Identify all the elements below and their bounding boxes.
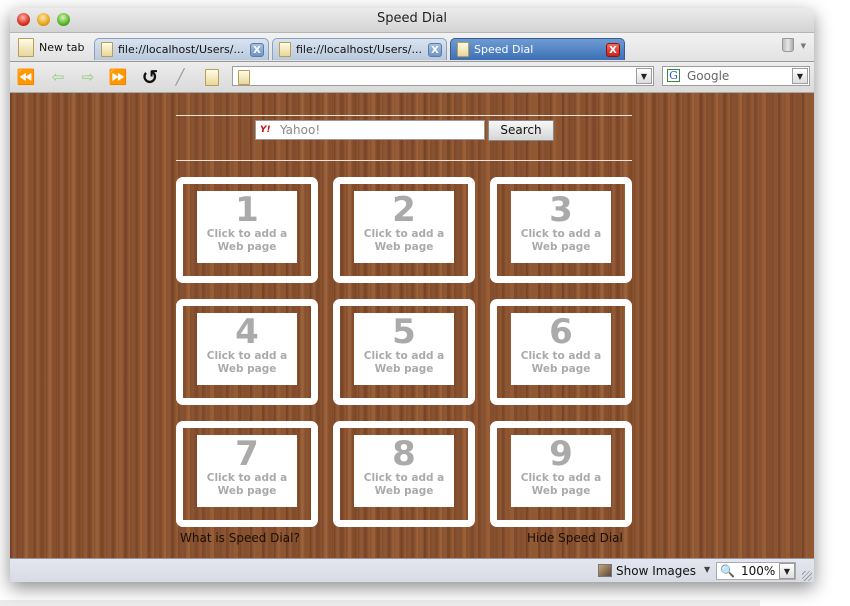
dial-placeholder: 8 Click to add a Web page xyxy=(354,435,454,507)
page-icon xyxy=(101,42,113,57)
dial-number: 4 xyxy=(235,312,259,352)
fast-forward-icon[interactable]: ⏩ xyxy=(108,68,128,86)
search-placeholder: Yahoo! xyxy=(280,123,321,137)
window-title: Speed Dial xyxy=(376,11,448,26)
browser-window: Speed Dial New tab file://localhost/User… xyxy=(10,8,814,582)
speed-dial-5[interactable]: 5 Click to add a Web page xyxy=(333,299,475,405)
dial-placeholder: 7 Click to add a Web page xyxy=(197,435,297,507)
dial-number: 5 xyxy=(392,312,416,352)
speed-dial-7[interactable]: 7 Click to add a Web page xyxy=(176,421,318,527)
dial-placeholder: 3 Click to add a Web page xyxy=(511,191,611,263)
dial-text: Click to add a Web page xyxy=(206,350,288,375)
zoom-value: 100% xyxy=(741,564,776,578)
search-button[interactable]: Search xyxy=(488,120,554,141)
speed-dial-9[interactable]: 9 Click to add a Web page xyxy=(490,421,632,527)
dial-placeholder: 5 Click to add a Web page xyxy=(354,313,454,385)
forward-icon[interactable]: ⇨ xyxy=(78,68,98,86)
page-icon xyxy=(457,42,469,57)
speed-dial-2[interactable]: 2 Click to add a Web page xyxy=(333,177,475,283)
tab-speed-dial[interactable]: Speed Dial X xyxy=(450,38,625,60)
address-dropdown-icon[interactable]: ▼ xyxy=(636,68,652,84)
tab-bar: New tab file://localhost/Users/... X fil… xyxy=(10,33,814,62)
dial-placeholder: 9 Click to add a Web page xyxy=(511,435,611,507)
page-icon xyxy=(238,70,250,85)
dial-number: 3 xyxy=(549,190,573,230)
yahoo-search-input[interactable]: Y! Yahoo! xyxy=(255,120,485,140)
show-images-button[interactable]: Show Images xyxy=(616,564,696,578)
go-icon[interactable] xyxy=(202,68,222,86)
edit-icon[interactable]: ╱ xyxy=(170,68,190,86)
zoom-dropdown-icon[interactable]: ▼ xyxy=(779,563,795,579)
speed-dial-8[interactable]: 8 Click to add a Web page xyxy=(333,421,475,527)
page-icon xyxy=(279,42,291,57)
dial-text: Click to add a Web page xyxy=(206,228,288,253)
tab-label: Speed Dial xyxy=(474,43,534,56)
speed-dial-1[interactable]: 1 Click to add a Web page xyxy=(176,177,318,283)
status-bar: Show Images ▼ 🔍 100% ▼ xyxy=(10,558,814,582)
back-icon[interactable]: ⇦ xyxy=(48,68,68,86)
dial-text: Click to add a Web page xyxy=(520,350,602,375)
search-engine-field[interactable]: G Google ▼ xyxy=(662,66,810,86)
title-bar[interactable]: Speed Dial xyxy=(10,8,814,33)
tab-label: file://localhost/Users/... xyxy=(118,43,244,56)
dial-number: 8 xyxy=(392,434,416,474)
hide-speed-dial-link[interactable]: Hide Speed Dial xyxy=(527,531,623,545)
trash-icon[interactable] xyxy=(782,38,794,52)
image-icon xyxy=(598,564,612,577)
tab-file-2[interactable]: file://localhost/Users/... X xyxy=(272,38,447,60)
address-bar[interactable]: ▼ xyxy=(232,66,654,86)
what-is-speed-dial-link[interactable]: What is Speed Dial? xyxy=(180,531,300,545)
speed-dial-page: Y! Yahoo! Search 1 Click to add a Web pa… xyxy=(10,93,814,558)
yahoo-icon: Y! xyxy=(260,125,271,135)
close-tab-icon[interactable]: X xyxy=(606,43,620,57)
new-tab-button[interactable]: New tab xyxy=(18,36,85,58)
magnifier-icon: 🔍 xyxy=(720,564,735,578)
close-tab-icon[interactable]: X xyxy=(250,43,264,57)
dial-number: 9 xyxy=(549,434,573,474)
reload-icon[interactable]: ↺ xyxy=(140,65,160,89)
dial-placeholder: 4 Click to add a Web page xyxy=(197,313,297,385)
divider-bottom xyxy=(176,160,632,161)
search-engine-dropdown-icon[interactable]: ▼ xyxy=(792,68,808,84)
resize-grip-icon[interactable] xyxy=(802,571,812,581)
close-tab-icon[interactable]: X xyxy=(428,43,442,57)
dial-text: Click to add a Web page xyxy=(520,228,602,253)
speed-dial-4[interactable]: 4 Click to add a Web page xyxy=(176,299,318,405)
new-tab-label: New tab xyxy=(39,40,85,54)
dial-placeholder: 6 Click to add a Web page xyxy=(511,313,611,385)
toolbar: ⏪ ⇦ ⇨ ⏩ ↺ ╱ ▼ G Google ▼ xyxy=(10,62,814,93)
dial-number: 2 xyxy=(392,190,416,230)
speed-dial-3[interactable]: 3 Click to add a Web page xyxy=(490,177,632,283)
speed-dial-6[interactable]: 6 Click to add a Web page xyxy=(490,299,632,405)
dial-text: Click to add a Web page xyxy=(520,472,602,497)
tab-file-1[interactable]: file://localhost/Users/... X xyxy=(94,38,269,60)
tab-label: file://localhost/Users/... xyxy=(296,43,422,56)
show-images-dropdown-icon[interactable]: ▼ xyxy=(704,565,710,574)
divider-top xyxy=(176,115,632,116)
dial-text: Click to add a Web page xyxy=(363,350,445,375)
zoom-select[interactable]: 🔍 100% ▼ xyxy=(716,562,796,580)
google-icon: G xyxy=(667,69,680,82)
dial-number: 1 xyxy=(235,190,259,230)
rewind-icon[interactable]: ⏪ xyxy=(16,68,36,86)
dial-placeholder: 2 Click to add a Web page xyxy=(354,191,454,263)
trash-menu-arrow-icon[interactable]: ▼ xyxy=(801,42,806,50)
desktop-strip xyxy=(0,600,760,606)
dial-number: 6 xyxy=(549,312,573,352)
dial-number: 7 xyxy=(235,434,259,474)
dial-placeholder: 1 Click to add a Web page xyxy=(197,191,297,263)
dial-text: Click to add a Web page xyxy=(363,472,445,497)
dial-text: Click to add a Web page xyxy=(363,228,445,253)
new-tab-icon xyxy=(18,37,34,57)
search-engine-label: Google xyxy=(687,69,730,83)
dial-text: Click to add a Web page xyxy=(206,472,288,497)
